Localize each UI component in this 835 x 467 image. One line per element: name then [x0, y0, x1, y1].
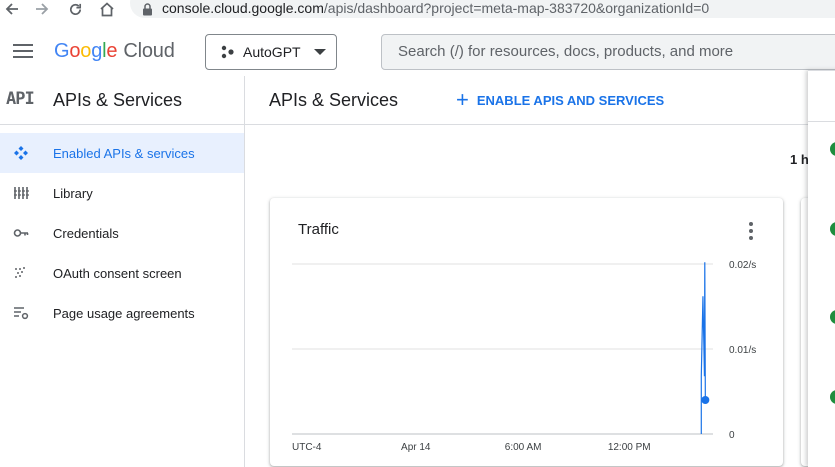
- x-tick-label: UTC-4: [292, 442, 322, 453]
- project-name: AutoGPT: [243, 44, 301, 60]
- status-ok-icon: [830, 310, 835, 324]
- project-icon: [221, 45, 234, 59]
- oauth-icon: [15, 267, 25, 278]
- library-icon: [14, 187, 29, 199]
- logo-letter: e: [106, 40, 118, 62]
- sidebar-item-credentials[interactable]: Credentials: [0, 213, 244, 253]
- search-box[interactable]: [381, 34, 835, 70]
- status-ok-icon: [830, 142, 835, 156]
- traffic-chart: 0.02/s 0.01/s 0 UTC-4 Apr 14 6:00 AM 12:00 PM: [292, 260, 756, 453]
- side-panel: [808, 70, 835, 467]
- page-header: APIs & Services + ENABLE APIS AND SERVIC…: [245, 76, 835, 125]
- apis-icon: [14, 146, 28, 160]
- page-title: APIs & Services: [269, 90, 399, 110]
- time-range-label[interactable]: 1 h: [790, 152, 809, 167]
- sidebar-item-label: Credentials: [53, 225, 119, 241]
- console-header: Google Cloud AutoGPT: [0, 22, 835, 76]
- main-content: APIs & Services + ENABLE APIS AND SERVIC…: [245, 76, 835, 467]
- url-path: /apis/dashboard?project=meta-map-383720&…: [323, 0, 710, 16]
- traffic-line: [700, 262, 706, 434]
- plus-icon: +: [456, 87, 469, 112]
- divider: [808, 121, 835, 122]
- forward-icon[interactable]: [34, 0, 50, 18]
- y-tick-label: 0.01/s: [729, 345, 756, 356]
- reload-icon[interactable]: [66, 0, 84, 18]
- traffic-card: Traffic 0.02/s 0.01/s 0 UTC-4 Apr 14 6:00 AM 1…: [270, 198, 783, 466]
- sidebar-header: API APIs & Services: [0, 76, 244, 125]
- lock-icon[interactable]: [141, 0, 153, 18]
- url-host: console.cloud.google.com: [162, 0, 324, 16]
- logo-letter: G: [54, 40, 70, 62]
- logo-cloud-text: Cloud: [123, 40, 175, 62]
- enable-apis-label: ENABLE APIS AND SERVICES: [476, 92, 665, 108]
- api-icon: API: [6, 89, 35, 109]
- data-point: [701, 396, 710, 404]
- x-tick-label: Apr 14: [401, 442, 431, 453]
- sidebar-item-label: Enabled APIs & services: [53, 145, 195, 161]
- enable-apis-button[interactable]: + ENABLE APIS AND SERVICES: [456, 87, 665, 112]
- sidebar-item-oauth[interactable]: OAuth consent screen: [0, 253, 244, 293]
- search-input[interactable]: [398, 43, 835, 60]
- status-ok-icon: [830, 222, 835, 236]
- chevron-down-icon: [314, 49, 326, 55]
- logo-letter: o: [80, 40, 92, 62]
- x-tick-label: 12:00 PM: [608, 442, 651, 453]
- sidebar-item-page-usage[interactable]: Page usage agreements: [0, 293, 244, 333]
- home-icon[interactable]: [98, 0, 116, 18]
- settings-list-icon: [14, 307, 29, 320]
- sidebar-item-library[interactable]: Library: [0, 173, 244, 213]
- sidebar-nav: Enabled APIs & services Library Credenti…: [0, 133, 244, 333]
- sidebar: API APIs & Services Enabled APIs & servi…: [0, 76, 245, 467]
- sidebar-item-label: OAuth consent screen: [53, 265, 182, 281]
- logo-letter: o: [69, 40, 81, 62]
- logo-letter: g: [91, 40, 103, 62]
- y-tick-label: 0.02/s: [729, 260, 756, 271]
- sidebar-item-label: Page usage agreements: [53, 305, 195, 321]
- back-icon[interactable]: [4, 0, 20, 18]
- key-icon: [13, 229, 29, 237]
- y-tick-label: 0: [729, 430, 735, 441]
- browser-toolbar: console.cloud.google.com/apis/dashboard?…: [0, 0, 835, 21]
- main-menu-icon[interactable]: [13, 44, 33, 58]
- sidebar-title: APIs & Services: [53, 90, 183, 110]
- sidebar-item-enabled-apis[interactable]: Enabled APIs & services: [0, 133, 244, 173]
- status-ok-icon: [830, 390, 835, 404]
- url-text[interactable]: console.cloud.google.com/apis/dashboard?…: [162, 0, 709, 17]
- sidebar-item-label: Library: [53, 185, 93, 201]
- project-selector[interactable]: AutoGPT: [205, 34, 337, 70]
- x-tick-label: 6:00 AM: [505, 442, 542, 453]
- google-cloud-logo[interactable]: Google Cloud: [54, 40, 175, 63]
